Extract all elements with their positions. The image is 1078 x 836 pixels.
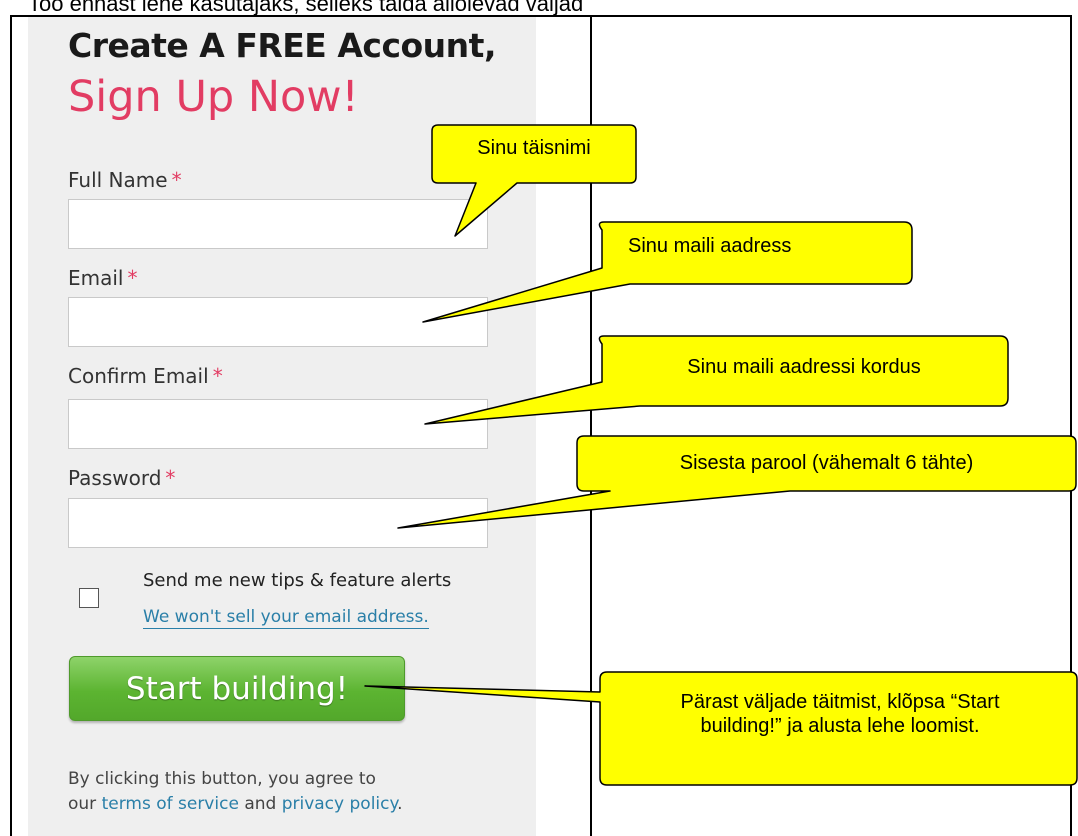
signup-heading: Create A FREE Account, bbox=[68, 26, 496, 65]
password-field[interactable] bbox=[68, 498, 488, 548]
full-name-label: Full Name * bbox=[68, 168, 182, 192]
signup-subheading: Sign Up Now! bbox=[68, 72, 359, 122]
start-building-button[interactable]: Start building! bbox=[69, 656, 405, 721]
email-field[interactable] bbox=[68, 297, 488, 347]
confirm-email-field[interactable] bbox=[68, 399, 488, 449]
callout-text-email: Sinu maili aadress bbox=[628, 235, 792, 257]
legal-notice: By clicking this button, you agree to ou… bbox=[68, 767, 403, 817]
confirm-email-label: Confirm Email * bbox=[68, 364, 223, 388]
legal-line-1: By clicking this button, you agree to bbox=[68, 769, 376, 789]
callout-text-start-building: Pärast väljade täitmist, klõpsa “Start b… bbox=[680, 691, 1000, 737]
privacy-note-link[interactable]: We won't sell your email address. bbox=[143, 607, 429, 629]
callout-text-confirm-email: Sinu maili aadressi kordus bbox=[687, 356, 921, 378]
terms-of-service-link[interactable]: terms of service bbox=[102, 794, 239, 814]
required-marker: * bbox=[127, 266, 138, 290]
full-name-field[interactable] bbox=[68, 199, 488, 249]
legal-line-2: our terms of service and privacy policy. bbox=[68, 794, 403, 814]
privacy-policy-link[interactable]: privacy policy bbox=[282, 794, 397, 814]
callout-text-full-name: Sinu täisnimi bbox=[477, 137, 591, 159]
email-label: Email * bbox=[68, 266, 138, 290]
password-label: Password * bbox=[68, 466, 176, 490]
required-marker: * bbox=[171, 168, 182, 192]
callout-text-password: Sisesta parool (vähemalt 6 tähte) bbox=[679, 452, 974, 474]
required-marker: * bbox=[212, 364, 223, 388]
newsletter-checkbox[interactable] bbox=[79, 588, 99, 608]
newsletter-label: Send me new tips & feature alerts bbox=[143, 570, 452, 591]
required-marker: * bbox=[165, 466, 176, 490]
